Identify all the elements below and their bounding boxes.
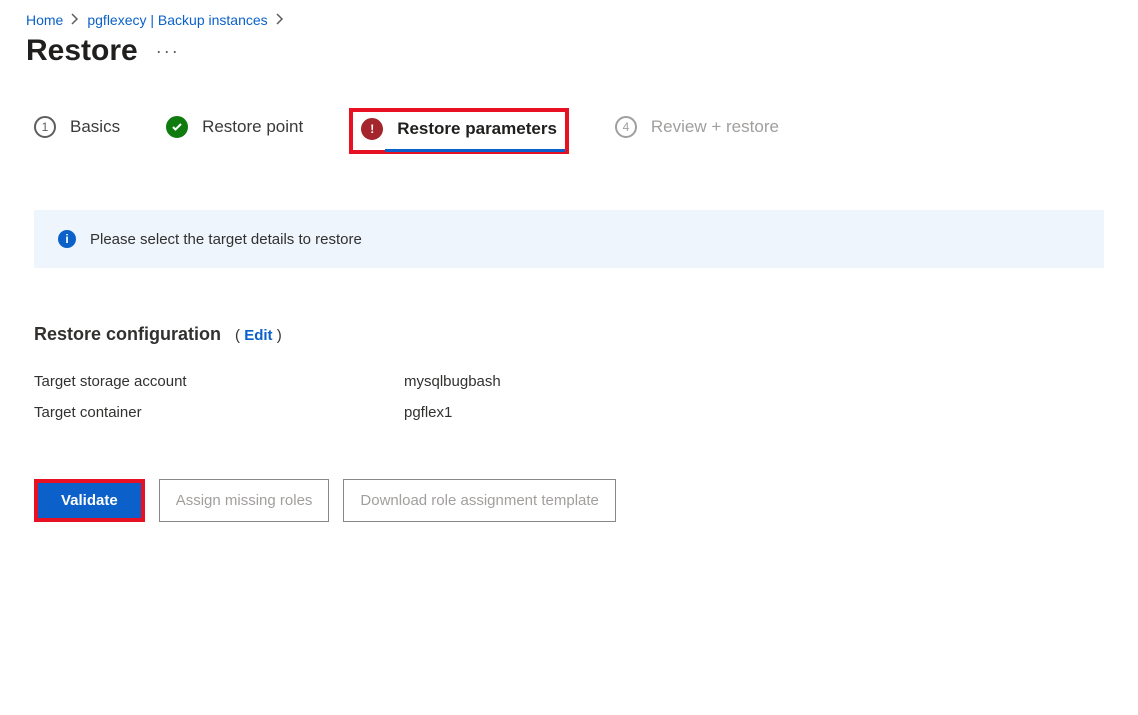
- check-icon: [166, 116, 188, 138]
- tab-review-restore: 4 Review + restore: [615, 116, 779, 146]
- info-icon: i: [58, 230, 76, 248]
- tab-label: Restore parameters: [397, 119, 557, 139]
- error-icon: !: [361, 118, 383, 140]
- step-number-icon: 4: [615, 116, 637, 138]
- config-fields: Target storage account mysqlbugbash Targ…: [34, 373, 1112, 421]
- info-text: Please select the target details to rest…: [90, 231, 362, 248]
- validate-highlight: Validate: [34, 479, 145, 522]
- restore-config-section: Restore configuration ( Edit ) Target st…: [26, 324, 1112, 421]
- tab-label: Restore point: [202, 117, 303, 137]
- page-title: Restore: [26, 34, 138, 68]
- edit-link[interactable]: Edit: [244, 327, 272, 344]
- tab-basics[interactable]: 1 Basics: [34, 116, 120, 146]
- chevron-right-icon: [276, 12, 284, 28]
- assign-roles-button[interactable]: Assign missing roles: [159, 479, 330, 522]
- tab-label: Basics: [70, 117, 120, 137]
- page-header: Restore ···: [26, 34, 1112, 68]
- download-template-button[interactable]: Download role assignment template: [343, 479, 615, 522]
- breadcrumb: Home pgflexecy | Backup instances: [26, 12, 1112, 28]
- breadcrumb-current[interactable]: pgflexecy | Backup instances: [87, 12, 267, 28]
- field-label-storage: Target storage account: [34, 373, 404, 390]
- validate-button[interactable]: Validate: [38, 483, 141, 518]
- info-banner: i Please select the target details to re…: [34, 210, 1104, 268]
- paren-close: ): [273, 327, 282, 344]
- field-value-storage: mysqlbugbash: [404, 373, 1112, 390]
- section-title: Restore configuration: [34, 324, 221, 345]
- field-value-container: pgflex1: [404, 404, 1112, 421]
- step-number-icon: 1: [34, 116, 56, 138]
- paren-open: (: [235, 327, 244, 344]
- more-button[interactable]: ···: [156, 41, 180, 62]
- field-label-container: Target container: [34, 404, 404, 421]
- tab-restore-parameters[interactable]: ! Restore parameters: [349, 108, 569, 154]
- action-bar: Validate Assign missing roles Download r…: [26, 479, 1112, 522]
- tab-restore-point[interactable]: Restore point: [166, 116, 303, 146]
- tab-label: Review + restore: [651, 117, 779, 137]
- chevron-right-icon: [71, 12, 79, 28]
- breadcrumb-home[interactable]: Home: [26, 12, 63, 28]
- wizard-tabs: 1 Basics Restore point ! Restore paramet…: [34, 108, 1112, 154]
